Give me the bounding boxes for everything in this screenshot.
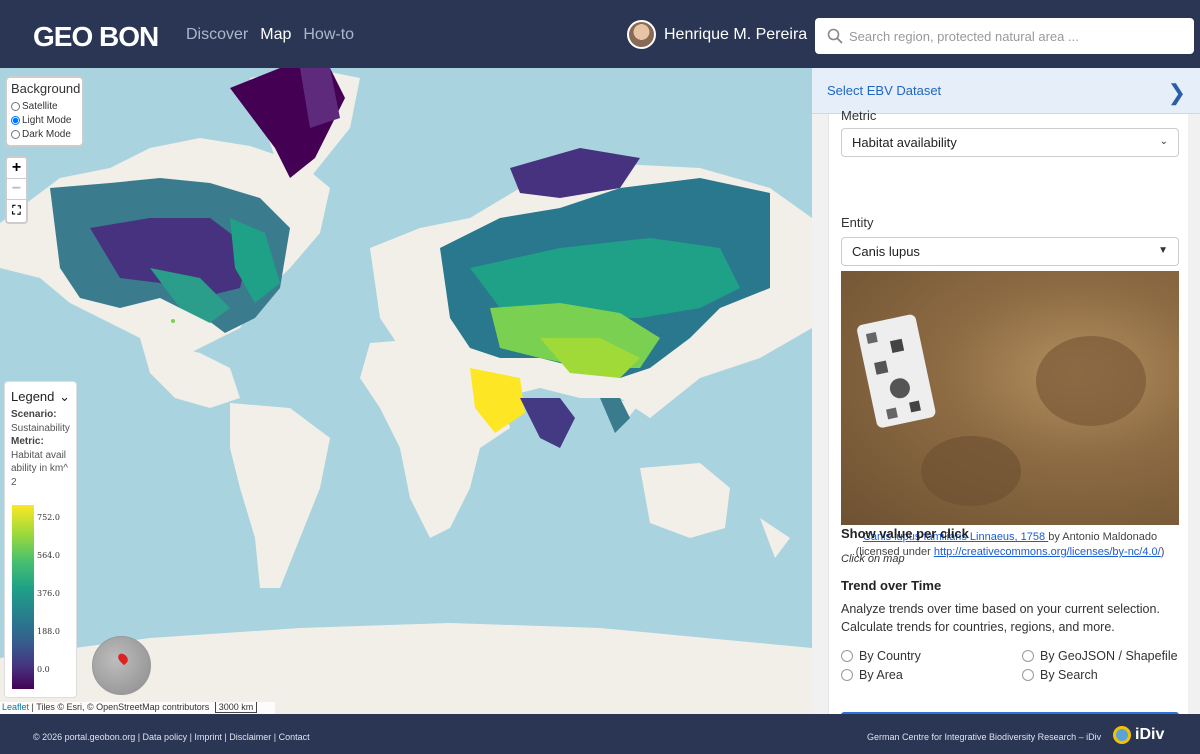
bg-radio-light[interactable] — [11, 115, 20, 125]
option-by-country[interactable]: By Country — [841, 649, 921, 663]
legend-tick: 0.0 — [37, 665, 50, 674]
tiles-attribution: | Tiles © Esri, © OpenStreetMap contribu… — [31, 702, 210, 712]
option-by-area[interactable]: By Area — [841, 668, 903, 682]
scale-bar: 3000 km — [214, 702, 258, 713]
click-on-map-hint: Click on map — [841, 553, 905, 565]
legend-tick: 564.0 — [37, 551, 60, 560]
option-by-search[interactable]: By Search — [1022, 668, 1098, 682]
side-panel: Select EBV Dataset ❯ Metric Habitat avai… — [812, 68, 1200, 714]
entity-label: Entity — [841, 215, 874, 230]
bg-radio-dark[interactable] — [11, 129, 20, 139]
search-input[interactable] — [849, 28, 1179, 44]
bg-option-light[interactable]: Light Mode — [11, 113, 78, 127]
legend-tick: 188.0 — [37, 627, 60, 636]
radio-dot[interactable] — [1022, 650, 1034, 662]
panel-body: Metric Habitat availability ⌄ Entity Can… — [828, 108, 1188, 714]
background-title: Background — [11, 81, 81, 96]
chevron-down-icon[interactable]: ⌄ — [59, 389, 70, 405]
metric-label: Metric — [841, 108, 877, 123]
nav-how-to[interactable]: How-to — [303, 26, 354, 44]
user-name: Henrique M. Pereira — [664, 25, 808, 43]
fullscreen-button[interactable]: ⛶ — [7, 200, 26, 221]
entity-select[interactable]: Canis lupus ▼ — [841, 237, 1179, 266]
legend-tick: 752.0 — [37, 513, 60, 522]
location-pin-icon — [116, 651, 130, 666]
geobon-logo[interactable]: GEO BON — [33, 21, 159, 53]
species-photo — [841, 271, 1179, 525]
legend-scenario-value: Sustainability — [11, 422, 70, 434]
map-legend: Legend ⌄ Scenario: Sustainability Metric:… — [4, 381, 77, 698]
legend-tick: 376.0 — [37, 589, 60, 598]
metric-select[interactable]: Habitat availability ⌄ — [841, 128, 1179, 157]
background-control: Background Satellite Light Mode Dark Mod… — [5, 76, 84, 147]
legend-metric-value: Habitat availability in km^2 — [11, 449, 68, 488]
zoom-control: + − ⛶ — [5, 156, 28, 224]
metric-value: Habitat availability — [852, 135, 957, 150]
show-value-title: Show value per click — [841, 526, 969, 541]
option-by-geojson[interactable]: By GeoJSON / Shapefile — [1022, 649, 1178, 663]
radio-dot[interactable] — [1022, 669, 1034, 681]
nav-map[interactable]: Map — [260, 26, 291, 44]
nav-discover[interactable]: Discover — [186, 26, 248, 44]
zoom-out-button[interactable]: − — [7, 179, 26, 200]
bg-radio-satellite[interactable] — [11, 101, 20, 111]
map-view[interactable] — [0, 68, 812, 714]
radio-dot[interactable] — [841, 650, 853, 662]
chevron-down-icon: ⌄ — [1159, 136, 1168, 147]
legend-title: Legend — [11, 389, 55, 404]
idiv-logo[interactable]: iDiv — [1113, 726, 1164, 744]
legend-scenario-label: Scenario: — [11, 409, 57, 420]
map-attribution: Leaflet | Tiles © Esri, © OpenStreetMap … — [0, 702, 275, 714]
search-box[interactable] — [815, 18, 1194, 54]
bg-option-dark[interactable]: Dark Mode — [11, 127, 78, 141]
trend-title: Trend over Time — [841, 578, 942, 593]
leaflet-link[interactable]: Leaflet — [2, 702, 29, 712]
footer: © 2026 portal.geobon.org | Data policy |… — [0, 714, 1200, 754]
caret-down-icon: ▼ — [1158, 245, 1168, 256]
legend-metric-label: Metric: — [11, 436, 44, 447]
user-menu[interactable]: Henrique M. Pereira ▼ — [627, 20, 826, 49]
footer-credit: German Centre for Integrative Biodiversi… — [867, 732, 1102, 742]
zoom-in-button[interactable]: + — [7, 158, 26, 179]
license-link[interactable]: http://creativecommons.org/licenses/by-n… — [934, 546, 1161, 558]
radio-dot[interactable] — [841, 669, 853, 681]
footer-links[interactable]: © 2026 portal.geobon.org | Data policy |… — [33, 732, 310, 742]
world-map — [0, 68, 812, 714]
bg-option-satellite[interactable]: Satellite — [11, 99, 78, 113]
top-navbar: GEO BON Discover Map How-to Henrique M. … — [0, 0, 1200, 68]
legend-color-ramp — [12, 505, 34, 689]
avatar — [627, 20, 656, 49]
entity-value: Canis lupus — [852, 244, 920, 259]
main-nav: Discover Map How-to — [186, 26, 354, 44]
idiv-icon — [1113, 726, 1131, 744]
chevron-right-icon[interactable]: ❯ — [1168, 80, 1186, 106]
trend-description: Analyze trends over time based on your c… — [841, 602, 1160, 634]
select-dataset-label: Select EBV Dataset — [827, 83, 942, 98]
minimap-globe[interactable] — [92, 636, 151, 695]
search-icon — [827, 28, 843, 44]
